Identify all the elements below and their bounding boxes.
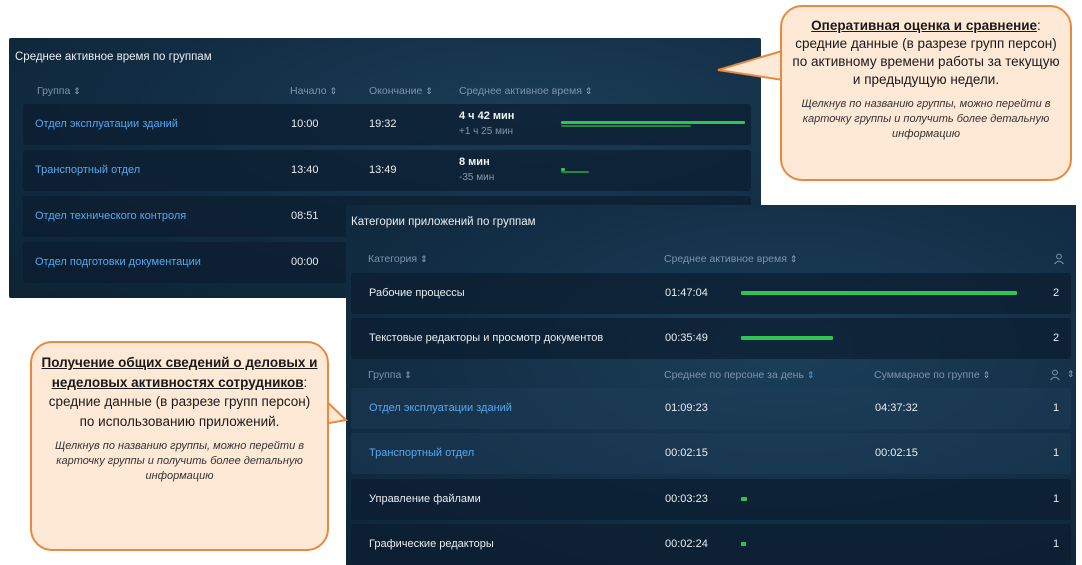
callout-heading: Оперативная оценка и сравнение <box>811 18 1038 33</box>
person-count: 1 <box>1053 402 1060 414</box>
start-time: 08:51 <box>291 210 319 222</box>
category-row: Графические редакторы 00:02:24 1 <box>351 524 1071 565</box>
group-link[interactable]: Отдел подготовки документации <box>35 256 201 268</box>
column-header-avg-per-person[interactable]: Среднее по персоне за день ⇕ <box>664 369 814 381</box>
group-link[interactable]: Транспортный отдел <box>369 447 474 459</box>
start-time: 13:40 <box>291 164 319 176</box>
column-header-avg-time[interactable]: Среднее активное время ⇕ <box>459 85 592 97</box>
sort-icon[interactable]: ⇕ <box>807 370 815 380</box>
category-bar <box>741 542 746 546</box>
person-count: 2 <box>1053 332 1060 344</box>
column-header-avg-time[interactable]: Среднее активное время ⇕ <box>664 253 797 265</box>
sort-icon[interactable]: ⇕ <box>790 254 798 264</box>
callout-operational-assessment: Оперативная оценка и сравнение: средние … <box>780 5 1072 181</box>
group-total: 00:02:15 <box>875 447 918 459</box>
group-link[interactable]: Отдел эксплуатации зданий <box>369 402 512 414</box>
app-categories-panel: Категории приложений по группам Категори… <box>346 205 1076 565</box>
category-name: Рабочие процессы <box>369 287 465 299</box>
avg-time-diff: -35 мин <box>459 172 495 183</box>
sort-icon[interactable]: ⇕ <box>73 86 81 96</box>
column-header-group[interactable]: Группа ⇕ <box>37 85 81 97</box>
category-name: Текстовые редакторы и просмотр документо… <box>369 332 604 344</box>
category-time: 00:35:49 <box>665 332 708 344</box>
avg-time-value: 4 ч 42 мин <box>459 110 515 122</box>
sort-icon[interactable]: ⇕ <box>420 254 428 264</box>
sort-icon[interactable]: ⇕ <box>425 86 433 96</box>
avg-time-value: 8 мин <box>459 156 490 168</box>
category-bar <box>741 291 1017 295</box>
column-header-start[interactable]: Начало ⇕ <box>290 85 337 97</box>
previous-week-bar <box>561 171 589 173</box>
start-time: 10:00 <box>291 118 319 130</box>
callout-activity-overview: Получение общих сведений о деловых и нед… <box>30 341 329 551</box>
sort-icon[interactable]: ⇕ <box>983 370 991 380</box>
page: Среднее активное время по группам Группа… <box>0 0 1082 565</box>
group-link[interactable]: Отдел эксплуатации зданий <box>35 118 178 130</box>
category-time: 00:03:23 <box>665 493 708 505</box>
group-total: 04:37:32 <box>875 402 918 414</box>
person-icon[interactable] <box>1053 253 1065 265</box>
end-time: 13:49 <box>369 164 397 176</box>
avg-per-person: 00:02:15 <box>665 447 708 459</box>
avg-per-person: 01:09:23 <box>665 402 708 414</box>
callout-note: Щелкнув по названию группы, можно перейт… <box>801 98 1051 140</box>
person-count: 2 <box>1053 287 1060 299</box>
avg-time-diff: +1 ч 25 мин <box>459 126 514 137</box>
category-time: 00:02:24 <box>665 538 708 550</box>
category-row: Рабочие процессы 01:47:04 2 <box>351 273 1071 314</box>
table-row: Отдел эксплуатации зданий 10:00 19:32 4 … <box>23 104 751 145</box>
group-link[interactable]: Отдел технического контроля <box>35 210 186 222</box>
table-row: Транспортный отдел 13:40 13:49 8 мин -35… <box>23 150 751 191</box>
column-header-category[interactable]: Категория ⇕ <box>368 253 428 265</box>
column-header-group[interactable]: Группа ⇕ <box>368 369 412 381</box>
panel-title: Категории приложений по группам <box>351 216 536 228</box>
sort-icon[interactable]: ⇕ <box>585 86 593 96</box>
person-count: 1 <box>1053 493 1060 505</box>
callout-heading: Получение общих сведений о деловых и нед… <box>41 355 318 390</box>
category-row: Управление файлами 00:03:23 1 <box>351 479 1071 520</box>
category-name: Управление файлами <box>369 493 481 505</box>
category-time: 01:47:04 <box>665 287 708 299</box>
group-row: Отдел эксплуатации зданий 01:09:23 04:37… <box>351 388 1071 429</box>
column-header-end[interactable]: Окончание ⇕ <box>369 85 433 97</box>
group-row: Транспортный отдел 00:02:15 00:02:15 1 <box>351 433 1071 474</box>
person-icon[interactable] <box>1049 369 1061 381</box>
person-count: 1 <box>1053 538 1060 550</box>
person-count: 1 <box>1053 447 1060 459</box>
sort-icon[interactable]: ⇕ <box>1067 369 1075 380</box>
current-week-bar <box>561 121 745 124</box>
callout-note: Щелкнув по названию группы, можно перейт… <box>55 440 304 482</box>
category-bar <box>741 336 833 340</box>
category-row: Текстовые редакторы и просмотр документо… <box>351 318 1071 359</box>
sort-icon[interactable]: ⇕ <box>330 86 338 96</box>
end-time: 19:32 <box>369 118 397 130</box>
sort-icon[interactable]: ⇕ <box>404 370 412 380</box>
start-time: 00:00 <box>291 256 319 268</box>
previous-week-bar <box>561 125 691 127</box>
column-header-total-group[interactable]: Суммарное по группе ⇕ <box>874 369 990 381</box>
group-link[interactable]: Транспортный отдел <box>35 164 140 176</box>
category-bar <box>741 497 747 501</box>
panel-title: Среднее активное время по группам <box>15 51 212 63</box>
category-name: Графические редакторы <box>369 538 494 550</box>
